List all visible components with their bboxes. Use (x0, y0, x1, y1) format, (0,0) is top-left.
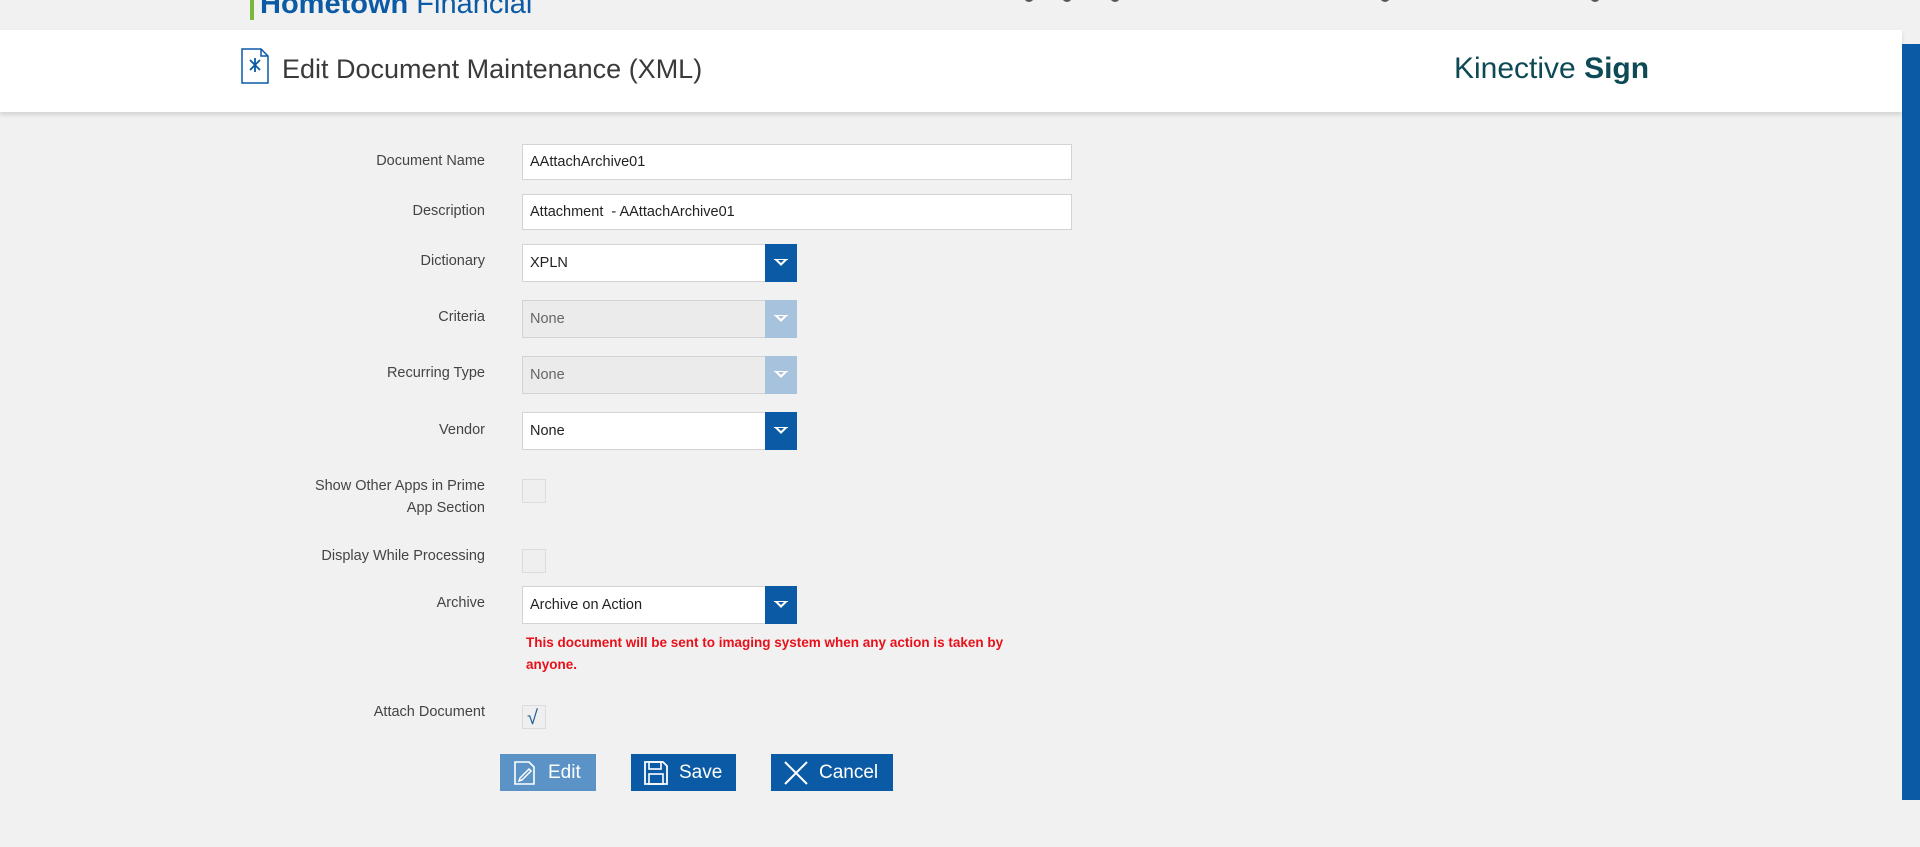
chevron-down-icon (765, 300, 797, 338)
archive-select[interactable]: Archive on Action (522, 586, 797, 624)
vendor-value: None (530, 423, 565, 439)
vendor-select[interactable]: None (522, 412, 797, 450)
criteria-select: None (522, 300, 797, 338)
check-icon: √ (527, 707, 538, 729)
hometown-logo[interactable]: Hometown Financial (250, 0, 533, 21)
document-icon (241, 48, 269, 84)
cancel-button-label: Cancel (819, 761, 879, 783)
logo-text-light: Financial (416, 0, 533, 20)
chevron-down-icon[interactable] (765, 412, 797, 450)
edit-button-label: Edit (548, 761, 581, 783)
dictionary-value: XPLN (530, 255, 568, 271)
chevron-down-icon[interactable] (765, 586, 797, 624)
brand-bold: Sign (1584, 52, 1650, 85)
edit-button[interactable]: Edit (500, 754, 596, 791)
show-other-apps-label: Show Other Apps in Prime App Section (245, 475, 485, 519)
display-while-processing-checkbox[interactable] (522, 549, 546, 573)
description-input[interactable] (522, 194, 1072, 230)
save-button[interactable]: Save (631, 754, 736, 791)
recurring-type-label: Recurring Type (386, 365, 485, 381)
recurring-type-value: None (530, 367, 565, 383)
attach-document-label: Attach Document (373, 704, 485, 720)
logo-bar (250, 0, 254, 21)
dictionary-select[interactable]: XPLN (522, 244, 797, 282)
page-header: Edit Document Maintenance (XML) Kinectiv… (0, 30, 1902, 112)
archive-label: Archive (436, 595, 485, 611)
show-other-apps-label-line1: Show Other Apps in Prime (314, 478, 485, 494)
floppy-icon (644, 760, 668, 785)
brand-light: Kinective (1454, 52, 1576, 85)
brand-logo: Kinective Sign (1454, 52, 1649, 86)
pencil-icon (514, 760, 535, 785)
criteria-label: Criteria (438, 309, 485, 325)
recurring-type-select: None (522, 356, 797, 394)
attach-document-checkbox[interactable]: √ (522, 705, 546, 729)
archive-warning-line1: This document will be sent to imaging sy… (526, 635, 1004, 650)
dictionary-label: Dictionary (420, 253, 485, 269)
criteria-value: None (530, 311, 565, 327)
description-label: Description (412, 203, 485, 219)
chevron-down-icon[interactable] (765, 244, 797, 282)
display-while-processing-label: Display While Processing (321, 548, 485, 564)
logo-text-bold: Hometown (260, 0, 409, 20)
top-navbar: Hometown Financial (0, 0, 1920, 30)
show-other-apps-label-line2: App Section (406, 500, 485, 516)
vendor-label: Vendor (439, 422, 485, 438)
show-other-apps-checkbox[interactable] (522, 479, 546, 503)
save-button-label: Save (679, 761, 723, 783)
top-nav-cutoff (1000, 0, 1620, 4)
archive-value: Archive on Action (530, 597, 643, 613)
document-name-input[interactable] (522, 144, 1072, 180)
cancel-button[interactable]: Cancel (771, 754, 893, 791)
chevron-down-icon (765, 356, 797, 394)
archive-warning-line2: anyone. (526, 657, 578, 672)
page-title: Edit Document Maintenance (XML) (282, 54, 703, 84)
close-icon (784, 760, 808, 785)
vertical-scrollbar[interactable] (1902, 44, 1920, 800)
archive-warning: This document will be sent to imaging sy… (526, 632, 1046, 676)
document-name-label: Document Name (376, 153, 485, 169)
